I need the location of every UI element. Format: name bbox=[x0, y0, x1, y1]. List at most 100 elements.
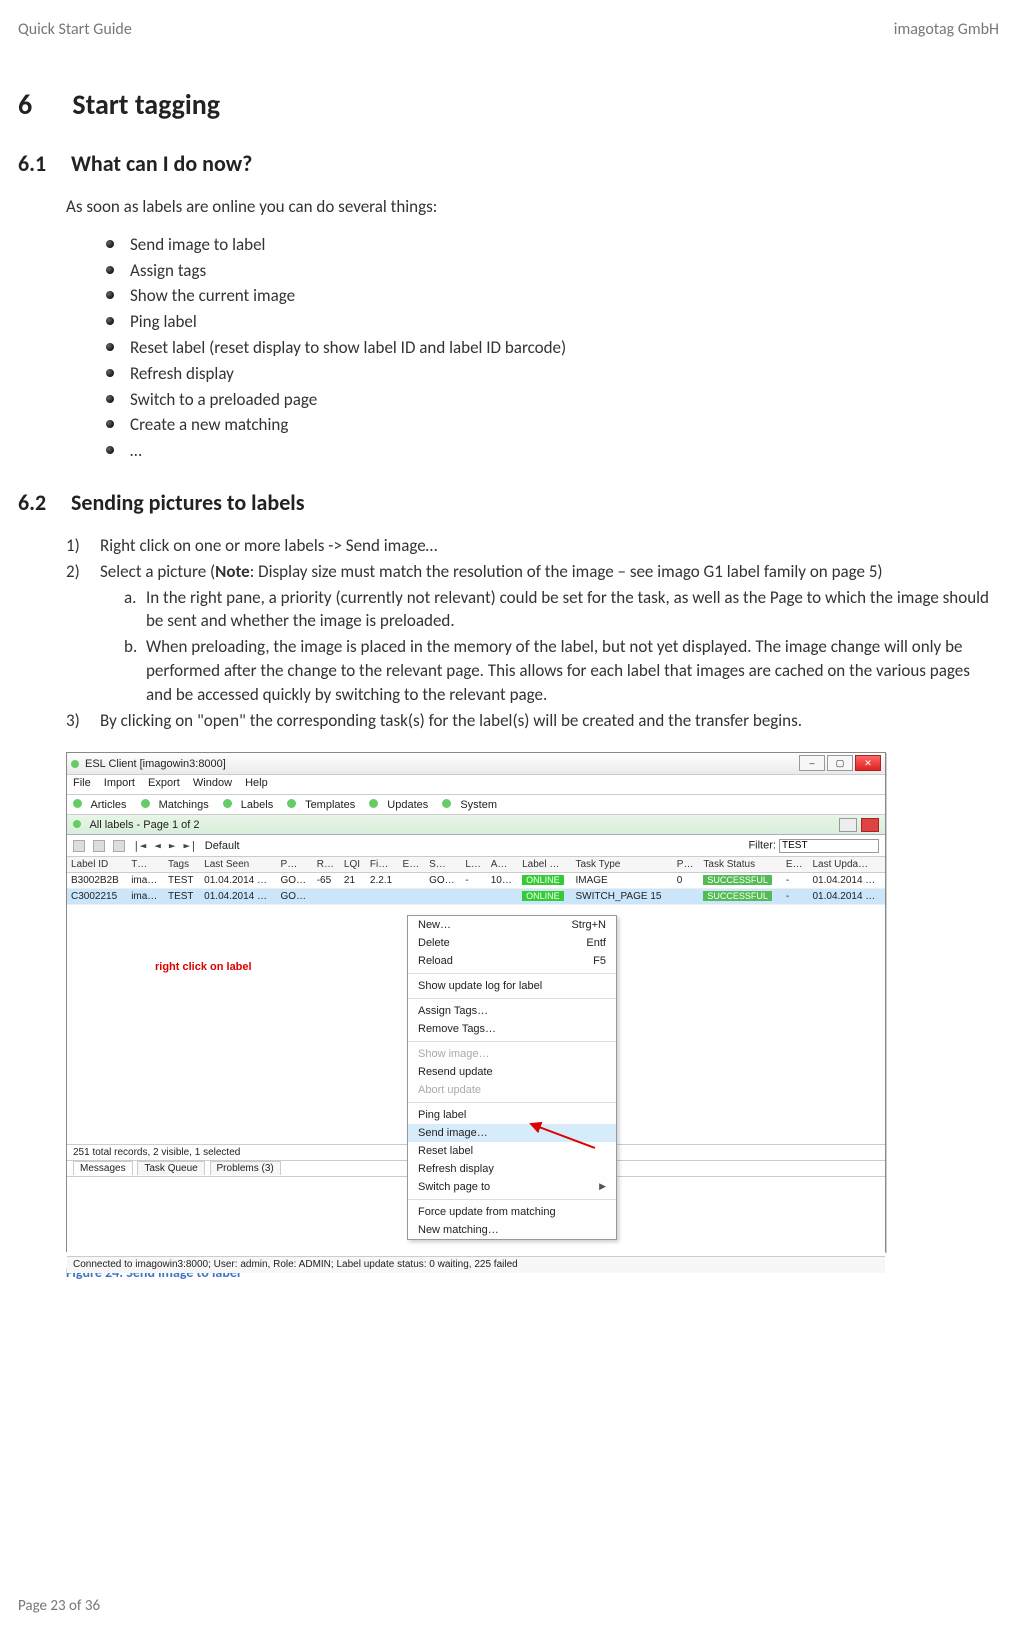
panel-close-button[interactable] bbox=[861, 818, 879, 832]
menu-window[interactable]: Window bbox=[193, 777, 232, 789]
step-1: Right click on one or more labels -> Sen… bbox=[66, 534, 999, 558]
pager-last-icon[interactable]: ►| bbox=[184, 839, 197, 852]
cell: SUCCESSFUL bbox=[699, 889, 782, 905]
col-p[interactable]: P… bbox=[277, 857, 313, 873]
sub1-intro: As soon as labels are online you can do … bbox=[66, 195, 999, 219]
menu-assign-tags[interactable]: Assign Tags… bbox=[408, 1002, 616, 1020]
tab-problems[interactable]: Problems (3) bbox=[210, 1161, 281, 1175]
col-p2[interactable]: P… bbox=[673, 857, 700, 873]
cell: -65 bbox=[313, 873, 340, 889]
col-e[interactable]: E… bbox=[399, 857, 426, 873]
nav-labels[interactable]: Labels bbox=[241, 799, 273, 811]
menu-show-update-log[interactable]: Show update log for label bbox=[408, 977, 616, 995]
page-footer: Page 23 of 36 bbox=[18, 1597, 100, 1615]
window-title: ESL Client [imagowin3:8000] bbox=[85, 758, 226, 770]
pager-prev-icon[interactable]: ◄ bbox=[154, 839, 161, 852]
tab-task-queue[interactable]: Task Queue bbox=[137, 1161, 204, 1175]
online-badge: ONLINE bbox=[522, 875, 564, 885]
nav-articles[interactable]: Articles bbox=[90, 799, 126, 811]
menu-remove-tags[interactable]: Remove Tags… bbox=[408, 1020, 616, 1038]
col-lqi[interactable]: LQI bbox=[340, 857, 366, 873]
col-l[interactable]: L… bbox=[461, 857, 486, 873]
cell: ONLINE bbox=[518, 889, 571, 905]
submenu-arrow-icon: ▶ bbox=[599, 1181, 606, 1193]
subsection-6-2-number: 6.2 bbox=[18, 489, 66, 516]
col-task-status[interactable]: Task Status bbox=[699, 857, 782, 873]
menu-separator bbox=[408, 998, 616, 999]
bullet-item: Reset label (reset display to show label… bbox=[106, 336, 999, 360]
table-row-selected[interactable]: C3002215 ima… TEST 01.04.2014 … GO… ONLI… bbox=[67, 889, 885, 905]
menu-separator bbox=[408, 1102, 616, 1103]
tab-messages[interactable]: Messages bbox=[73, 1161, 133, 1175]
cell: C3002215 bbox=[67, 889, 127, 905]
cell: - bbox=[461, 873, 486, 889]
pager-next-icon[interactable]: ► bbox=[169, 839, 176, 852]
toolbar-icon[interactable] bbox=[73, 840, 85, 852]
col-last-seen[interactable]: Last Seen bbox=[200, 857, 276, 873]
menu-new[interactable]: New…Strg+N bbox=[408, 916, 616, 934]
col-label-status[interactable]: Label … bbox=[518, 857, 571, 873]
menu-help[interactable]: Help bbox=[245, 777, 268, 789]
col-r[interactable]: R… bbox=[313, 857, 340, 873]
bullet-item: Refresh display bbox=[106, 362, 999, 386]
cell bbox=[461, 889, 486, 905]
context-menu: New…Strg+N DeleteEntf ReloadF5 Show upda… bbox=[407, 915, 617, 1240]
panel-expand-button[interactable] bbox=[839, 818, 857, 832]
cell: GO… bbox=[277, 873, 313, 889]
bullet-item: Ping label bbox=[106, 310, 999, 334]
menu-refresh-display[interactable]: Refresh display bbox=[408, 1160, 616, 1178]
menu-reload[interactable]: ReloadF5 bbox=[408, 952, 616, 970]
cell: ima… bbox=[127, 873, 164, 889]
menu-file[interactable]: File bbox=[73, 777, 91, 789]
status-bar: Connected to imagowin3:8000; User: admin… bbox=[67, 1257, 885, 1273]
menu-resend-update[interactable]: Resend update bbox=[408, 1063, 616, 1081]
nav-updates[interactable]: Updates bbox=[387, 799, 428, 811]
col-label-id[interactable]: Label ID bbox=[67, 857, 127, 873]
esl-client-screenshot: ESL Client [imagowin3:8000] – ▢ ✕ File I… bbox=[66, 752, 886, 1252]
cell: 2.2.1 bbox=[366, 873, 399, 889]
col-task-type[interactable]: Task Type bbox=[572, 857, 673, 873]
step-3: By clicking on "open" the corresponding … bbox=[66, 709, 999, 733]
subsection-6-1-title: What can I do now? bbox=[71, 150, 252, 177]
cell: 01.04.2014 … bbox=[200, 873, 276, 889]
nav-matchings[interactable]: Matchings bbox=[159, 799, 209, 811]
col-type[interactable]: T… bbox=[127, 857, 164, 873]
cell bbox=[399, 873, 426, 889]
cell: IMAGE bbox=[572, 873, 673, 889]
menu-import[interactable]: Import bbox=[104, 777, 135, 789]
header-left: Quick Start Guide bbox=[18, 20, 132, 39]
menu-delete[interactable]: DeleteEntf bbox=[408, 934, 616, 952]
section-title: Start tagging bbox=[72, 87, 220, 122]
col-last-update[interactable]: Last Upda… bbox=[808, 857, 885, 873]
nav-templates[interactable]: Templates bbox=[305, 799, 355, 811]
filter-input[interactable] bbox=[779, 839, 879, 853]
menu-export[interactable]: Export bbox=[148, 777, 180, 789]
menu-new-matching[interactable]: New matching… bbox=[408, 1221, 616, 1239]
bullet-item: Create a new matching bbox=[106, 413, 999, 437]
window-maximize-button[interactable]: ▢ bbox=[827, 755, 853, 771]
table-row[interactable]: B3002B2B ima… TEST 01.04.2014 … GO… -65 … bbox=[67, 873, 885, 889]
subsection-6-1-heading: 6.1 What can I do now? bbox=[18, 150, 999, 177]
col-e2[interactable]: E… bbox=[782, 857, 809, 873]
cell: 21 bbox=[340, 873, 366, 889]
window-close-button[interactable]: ✕ bbox=[855, 755, 881, 771]
menu-switch-page[interactable]: Switch page to▶ bbox=[408, 1178, 616, 1196]
toolbar-icon[interactable] bbox=[113, 840, 125, 852]
cell bbox=[487, 889, 518, 905]
bullet-item: … bbox=[106, 439, 999, 463]
col-a[interactable]: A… bbox=[487, 857, 518, 873]
nav-system[interactable]: System bbox=[460, 799, 497, 811]
subsection-6-2-heading: 6.2 Sending pictures to labels bbox=[18, 489, 999, 516]
col-s[interactable]: S… bbox=[425, 857, 461, 873]
cell: - bbox=[782, 889, 809, 905]
subsection-6-2-title: Sending pictures to labels bbox=[71, 489, 304, 516]
col-tags[interactable]: Tags bbox=[164, 857, 200, 873]
window-minimize-button[interactable]: – bbox=[799, 755, 825, 771]
menu-force-update[interactable]: Force update from matching bbox=[408, 1203, 616, 1221]
menu-separator bbox=[408, 1041, 616, 1042]
col-fi[interactable]: Fi… bbox=[366, 857, 399, 873]
cell: ima… bbox=[127, 889, 164, 905]
pager-first-icon[interactable]: |◄ bbox=[133, 839, 146, 852]
table-toolbar: |◄ ◄ ► ►| Default Filter: bbox=[67, 835, 885, 857]
toolbar-icon[interactable] bbox=[93, 840, 105, 852]
